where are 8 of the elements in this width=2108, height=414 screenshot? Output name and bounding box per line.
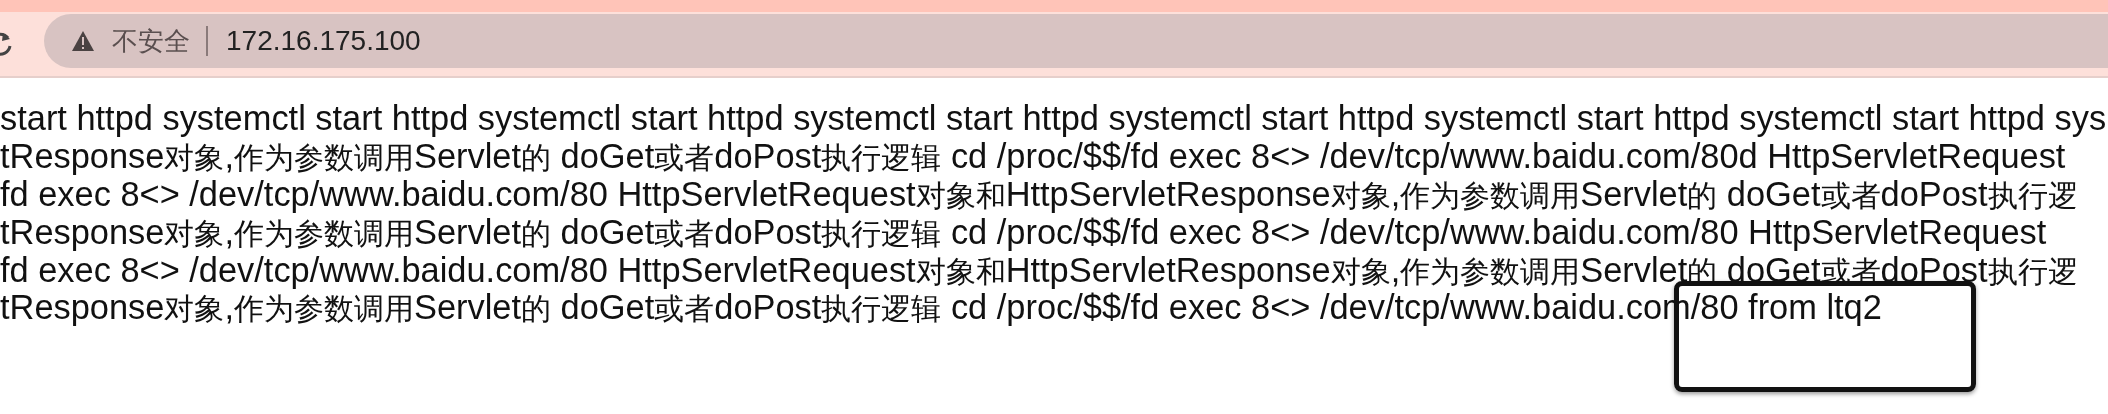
page-text-line: tResponse对象,作为参数调用Servlet的 doGet或者doPost执行逻辑 cd /proc/$$/fd exec 8<> /dev/tcp/www.baidu.com/80d HttpServletRequest bbox=[0, 137, 2066, 176]
address-bar[interactable]: 不安全 172.16.175.100 bbox=[44, 14, 2108, 68]
url-text[interactable]: 172.16.175.100 bbox=[226, 25, 421, 57]
page-text-line: start httpd systemctl start httpd systemctl start httpd systemctl start httpd systemctl start httpd systemctl start httpd systemctl start httpd sys bbox=[0, 100, 2108, 138]
page-text-line: tResponse对象,作为参数调用Servlet的 doGet或者doPost执行逻辑 cd /proc/$$/fd exec 8<> /dev/tcp/www.baidu.com/80 HttpServletRequest bbox=[0, 213, 2048, 252]
page-text-line: fd exec 8<> /dev/tcp/www.baidu.com/80 HttpServletRequest对象和HttpServletResponse对象,作为参数调用Servlet的 doGet或者doPost执行逻 bbox=[0, 175, 2079, 214]
security-label[interactable]: 不安全 bbox=[112, 23, 190, 59]
warning-icon bbox=[72, 31, 94, 51]
